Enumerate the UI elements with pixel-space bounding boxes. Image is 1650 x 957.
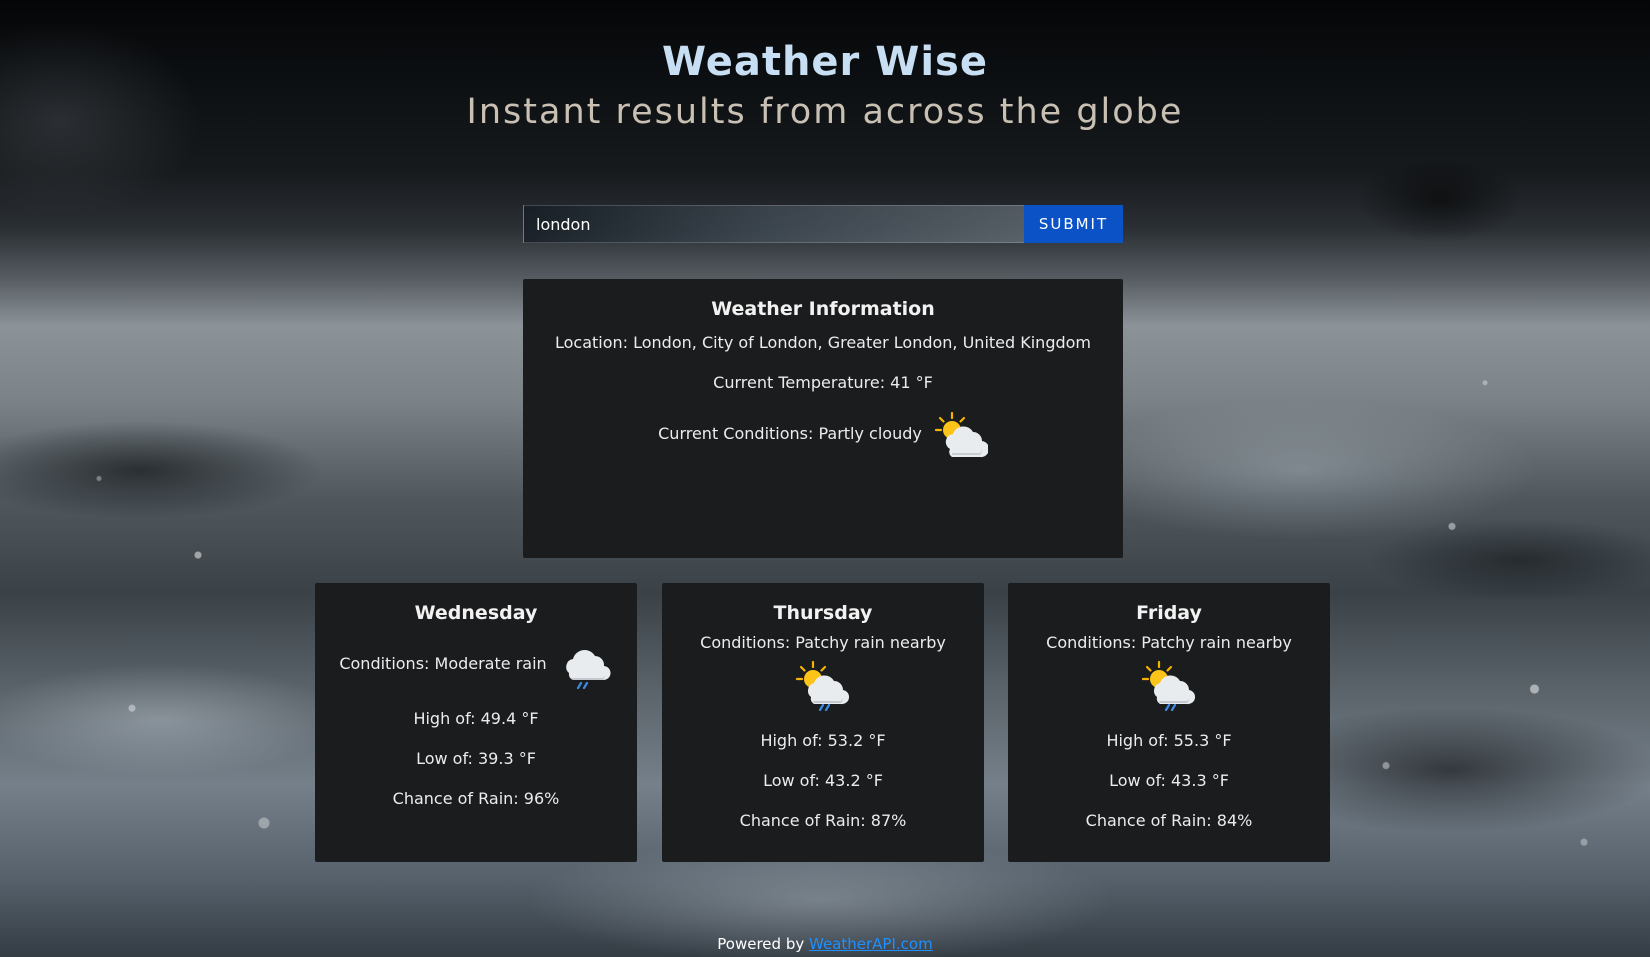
forecast-low: Low of: 43.3 °F	[1109, 771, 1229, 790]
current-location: Location: London, City of London, Greate…	[554, 333, 1092, 352]
page-footer: Powered by WeatherAPI.com	[0, 934, 1650, 954]
forecast-low: Low of: 39.3 °F	[416, 749, 536, 768]
forecast-conditions: Conditions: Patchy rain nearby	[1046, 633, 1292, 652]
app-title: Weather Wise	[662, 39, 988, 85]
forecast-rain-chance: Chance of Rain: 84%	[1085, 811, 1253, 830]
forecast-low: Low of: 43.2 °F	[763, 771, 883, 790]
rain-cloud-icon	[557, 639, 613, 690]
forecast-rain-chance: Chance of Rain: 96%	[392, 789, 560, 808]
forecast-high: High of: 53.2 °F	[760, 731, 886, 750]
current-conditions-row: Current Conditions: Partly cloudy	[523, 409, 1123, 459]
footer-powered-by: Powered by	[717, 935, 809, 953]
app-subtitle: Instant results from across the globe	[466, 92, 1184, 132]
forecast-day: Wednesday	[414, 602, 538, 624]
city-search-input[interactable]	[523, 205, 1024, 243]
forecast-conditions-row: Conditions: Moderate rain	[315, 639, 637, 690]
forecast-day: Thursday	[773, 602, 873, 624]
submit-button[interactable]: SUBMIT	[1024, 205, 1123, 243]
forecast-conditions: Conditions: Patchy rain nearby	[700, 633, 946, 652]
sun-rain-cloud-icon	[1141, 659, 1197, 712]
forecast-icon-row	[1008, 659, 1330, 712]
current-weather-card: Weather Information Location: London, Ci…	[523, 279, 1123, 558]
partly-cloudy-icon	[932, 409, 989, 459]
forecast-rain-chance: Chance of Rain: 87%	[739, 811, 907, 830]
sun-rain-cloud-icon	[795, 659, 851, 712]
forecast-day: Friday	[1136, 602, 1202, 624]
current-weather-heading: Weather Information	[711, 298, 935, 320]
forecast-card-friday: Friday Conditions: Patchy rain nearby Hi…	[1008, 583, 1330, 862]
forecast-card-wednesday: Wednesday Conditions: Moderate rain High…	[315, 583, 637, 862]
forecast-high: High of: 55.3 °F	[1106, 731, 1232, 750]
forecast-card-thursday: Thursday Conditions: Patchy rain nearby	[662, 583, 984, 862]
search-form: SUBMIT	[523, 205, 1123, 243]
forecast-icon-row	[662, 659, 984, 712]
page-header: Weather Wise Instant results from across…	[0, 36, 1650, 136]
forecast-conditions: Conditions: Moderate rain	[339, 654, 547, 673]
current-conditions: Current Conditions: Partly cloudy	[658, 424, 922, 443]
weatherapi-link[interactable]: WeatherAPI.com	[809, 935, 933, 953]
forecast-high: High of: 49.4 °F	[413, 709, 539, 728]
current-temperature: Current Temperature: 41 °F	[713, 373, 933, 392]
